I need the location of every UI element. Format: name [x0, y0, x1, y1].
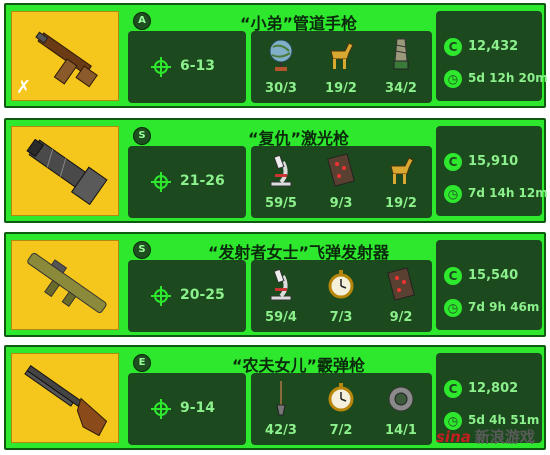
weapon-card[interactable]: S “复仇”激光枪 21-26 59/5 9/3 19/2 C 15,910 ◷… — [4, 118, 548, 223]
material-count: 9/3 — [329, 196, 353, 211]
crosshair-icon — [151, 172, 171, 192]
shotgun-icon — [24, 365, 108, 437]
material-slot: 9/2 — [371, 260, 431, 332]
cost-panel: C 15,910 ◷ 7d 14h 12m — [436, 126, 548, 216]
craft-time: 5d 4h 51m — [468, 413, 540, 427]
bottle-cap-icon: C — [444, 38, 462, 56]
bottle-cap-icon: C — [444, 380, 462, 398]
material-count: 19/2 — [325, 81, 357, 96]
material-slot: 59/5 — [251, 146, 311, 218]
damage-range: 20-25 — [180, 287, 225, 303]
materials-panel: 59/5 9/3 19/2 — [251, 146, 432, 218]
material-slot: 34/2 — [371, 31, 431, 103]
material-slot: 7/2 — [311, 373, 371, 445]
globe-icon — [269, 39, 293, 71]
material-slot: 9/3 — [311, 146, 371, 218]
horse-toy-icon — [330, 42, 354, 69]
material-count: 59/5 — [265, 196, 297, 211]
pocket-watch-icon — [328, 383, 354, 412]
material-count: 7/2 — [329, 423, 353, 438]
rarity-badge: S — [133, 127, 151, 145]
materials-panel: 42/3 7/2 14/1 — [251, 373, 432, 445]
crosshair-icon — [151, 57, 171, 77]
crosshair-icon — [151, 286, 171, 306]
watermark-text: 新浪游戏 — [474, 428, 535, 446]
craft-time: 5d 12h 20m — [468, 71, 548, 85]
craft-time: 7d 9h 46m — [468, 300, 540, 314]
damage-panel: 20-25 — [128, 260, 246, 332]
sina-watermark: sina 新浪游戏 — [436, 426, 535, 447]
timer-icon: ◷ — [444, 70, 462, 88]
cost-panel: C 15,540 ◷ 7d 9h 46m — [436, 240, 542, 330]
material-count: 9/2 — [389, 310, 413, 325]
circuit-board-icon — [387, 267, 415, 301]
caps-cost: 12,432 — [468, 39, 519, 54]
shovel-icon — [276, 381, 286, 416]
material-count: 34/2 — [385, 81, 417, 96]
pocket-watch-icon — [328, 270, 354, 299]
material-count: 19/2 — [385, 196, 417, 211]
material-slot: 30/3 — [251, 31, 311, 103]
drill-bit-icon — [393, 38, 409, 70]
missile-launcher-icon — [27, 252, 107, 314]
damage-panel: 9-14 — [128, 373, 246, 445]
rarity-badge: S — [133, 241, 151, 259]
material-slot: 14/1 — [371, 373, 431, 445]
materials-panel: 59/4 7/3 9/2 — [251, 260, 432, 332]
weapon-image — [11, 240, 119, 330]
damage-panel: 21-26 — [128, 146, 246, 218]
craft-time: 7d 14h 12m — [468, 186, 548, 200]
material-slot: 19/2 — [311, 31, 371, 103]
material-count: 7/3 — [329, 310, 353, 325]
material-slot: 7/3 — [311, 260, 371, 332]
sina-logo: sina — [436, 428, 471, 446]
material-count: 14/1 — [385, 423, 417, 438]
material-count: 30/3 — [265, 81, 297, 96]
damage-range: 6-13 — [180, 58, 216, 74]
material-slot: 59/4 — [251, 260, 311, 332]
weapon-image — [11, 126, 119, 216]
crosshair-icon — [151, 399, 171, 419]
horse-toy-icon — [390, 157, 414, 184]
materials-panel: 30/3 19/2 34/2 — [251, 31, 432, 103]
caps-cost: 15,910 — [468, 154, 519, 169]
rarity-badge: A — [133, 12, 151, 30]
bottle-cap-icon: C — [444, 267, 462, 285]
weapon-card[interactable]: S “发射者女士”飞弹发射器 20-25 59/4 7/3 9/2 C 15,5… — [4, 232, 546, 337]
gatling-laser-icon — [26, 138, 108, 206]
timer-icon: ◷ — [444, 299, 462, 317]
material-slot: 42/3 — [251, 373, 311, 445]
rarity-badge: E — [133, 354, 151, 372]
microscope-icon — [270, 268, 292, 301]
bottle-cap-icon: C — [444, 153, 462, 171]
microscope-icon — [270, 154, 292, 187]
weapon-image: ✗ — [11, 11, 119, 101]
timer-icon: ◷ — [444, 185, 462, 203]
damage-panel: 6-13 — [128, 31, 246, 103]
material-slot: 19/2 — [371, 146, 431, 218]
material-count: 42/3 — [265, 423, 297, 438]
duct-tape-icon — [388, 386, 414, 412]
weapon-card[interactable]: ✗ A “小弟”管道手枪 6-13 30/3 19/2 34/2 C 12,43… — [4, 3, 548, 108]
damage-range: 21-26 — [180, 173, 225, 189]
caps-cost: 15,540 — [468, 268, 519, 283]
circuit-board-icon — [327, 153, 355, 187]
caps-cost: 12,802 — [468, 381, 519, 396]
cost-panel: C 12,432 ◷ 5d 12h 20m — [436, 11, 548, 101]
wrench-screwdriver-icon: ✗ — [16, 77, 32, 98]
damage-range: 9-14 — [180, 400, 216, 416]
weapon-image — [11, 353, 119, 443]
material-count: 59/4 — [265, 310, 297, 325]
